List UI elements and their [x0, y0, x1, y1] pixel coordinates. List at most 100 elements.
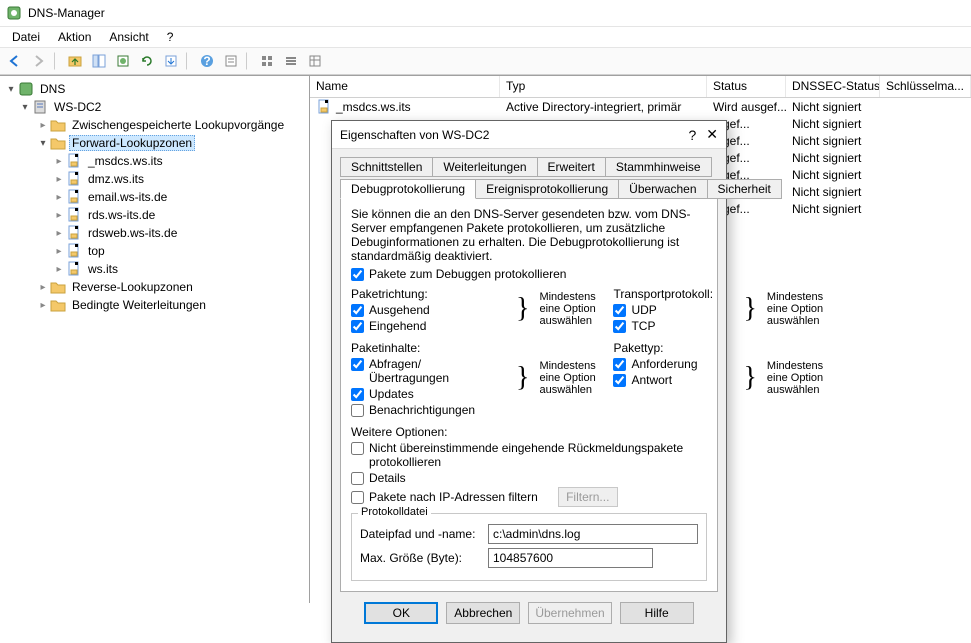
- expand-icon[interactable]: [52, 156, 66, 167]
- size-input[interactable]: [488, 548, 653, 568]
- tree-server[interactable]: WS-DC2: [0, 98, 309, 116]
- direction-header: Paketrichtung:: [351, 287, 506, 301]
- expand-icon[interactable]: [36, 300, 50, 311]
- zone-icon: [66, 243, 82, 259]
- up-button[interactable]: [64, 50, 86, 72]
- back-button[interactable]: [4, 50, 26, 72]
- tab-stammhinweise[interactable]: Stammhinweise: [605, 157, 712, 177]
- col-status[interactable]: Status: [707, 76, 786, 97]
- udp-checkbox[interactable]: UDP: [613, 303, 733, 317]
- expand-icon[interactable]: [36, 120, 50, 131]
- request-checkbox[interactable]: Anforderung: [613, 357, 733, 371]
- details-checkbox[interactable]: Details: [351, 471, 707, 485]
- export-button[interactable]: [160, 50, 182, 72]
- master-debug-checkbox[interactable]: Pakete zum Debuggen protokollieren: [351, 267, 707, 281]
- col-dnssec[interactable]: DNSSEC-Status: [786, 76, 880, 97]
- path-input[interactable]: [488, 524, 698, 544]
- tab-ueberwachen[interactable]: Überwachen: [618, 179, 707, 199]
- expand-icon[interactable]: [18, 102, 32, 113]
- filter-ip-checkbox[interactable]: Pakete nach IP-Adressen filtern: [351, 490, 538, 504]
- notifications-checkbox[interactable]: Benachrichtigungen: [351, 403, 506, 417]
- tree-item[interactable]: Reverse-Lookupzonen: [0, 278, 309, 296]
- tree-label: Reverse-Lookupzonen: [69, 280, 196, 294]
- app-icon: [6, 5, 22, 21]
- tab-schnittstellen[interactable]: Schnittstellen: [340, 157, 433, 177]
- tree-item[interactable]: email.ws-its.de: [0, 188, 309, 206]
- toolbar-separator: [186, 52, 192, 70]
- expand-icon[interactable]: [52, 246, 66, 257]
- expand-icon[interactable]: [52, 228, 66, 239]
- list-row[interactable]: _msdcs.ws.itsActive Directory-integriert…: [310, 98, 971, 115]
- menu-ansicht[interactable]: Ansicht: [101, 28, 156, 46]
- menu-aktion[interactable]: Aktion: [50, 28, 99, 46]
- help-button[interactable]: ?: [196, 50, 218, 72]
- new-button[interactable]: [112, 50, 134, 72]
- checkbox-input[interactable]: [351, 268, 364, 281]
- view-detail-button[interactable]: [304, 50, 326, 72]
- tab-erweitert[interactable]: Erweitert: [537, 157, 606, 177]
- outgoing-checkbox[interactable]: Ausgehend: [351, 303, 506, 317]
- help-button[interactable]: Hilfe: [620, 602, 694, 624]
- tree-item[interactable]: Forward-Lookupzonen: [0, 134, 309, 152]
- tab-debugprotokollierung[interactable]: Debugprotokollierung: [340, 179, 476, 199]
- help-icon[interactable]: ?: [688, 127, 696, 143]
- tree-item[interactable]: ws.its: [0, 260, 309, 278]
- size-label: Max. Größe (Byte):: [360, 551, 480, 565]
- brace-icon: }: [741, 302, 758, 316]
- tab-weiterleitungen[interactable]: Weiterleitungen: [432, 157, 537, 177]
- expand-icon[interactable]: [52, 174, 66, 185]
- forward-button[interactable]: [28, 50, 50, 72]
- cancel-button[interactable]: Abbrechen: [446, 602, 520, 624]
- tcp-checkbox[interactable]: TCP: [613, 319, 733, 333]
- tree-label: Bedingte Weiterleitungen: [69, 298, 209, 312]
- tab-sicherheit[interactable]: Sicherheit: [707, 179, 782, 199]
- tree-label: DNS: [37, 82, 68, 96]
- brace-icon: }: [514, 371, 531, 385]
- menu-help[interactable]: ?: [159, 28, 182, 46]
- tree-item[interactable]: Bedingte Weiterleitungen: [0, 296, 309, 314]
- brace-icon: }: [741, 371, 758, 385]
- tree-item[interactable]: Zwischengespeicherte Lookupvorgänge: [0, 116, 309, 134]
- checkbox-label: Pakete zum Debuggen protokollieren: [369, 267, 566, 281]
- col-keymaster[interactable]: Schlüsselma...: [880, 76, 971, 97]
- expand-icon[interactable]: [52, 264, 66, 275]
- dialog-titlebar[interactable]: Eigenschaften von WS-DC2 ? ✕: [332, 121, 726, 149]
- cell-dnssec: Nicht signiert: [786, 185, 880, 199]
- window-titlebar: DNS-Manager: [0, 0, 971, 27]
- menu-datei[interactable]: Datei: [4, 28, 48, 46]
- expand-icon[interactable]: [52, 192, 66, 203]
- tree-item[interactable]: top: [0, 242, 309, 260]
- col-name[interactable]: Name: [310, 76, 500, 97]
- expand-icon[interactable]: [36, 138, 50, 149]
- more-header: Weitere Optionen:: [351, 425, 707, 439]
- expand-icon[interactable]: [4, 84, 18, 95]
- tree-item[interactable]: dmz.ws.its: [0, 170, 309, 188]
- ok-button[interactable]: OK: [364, 602, 438, 624]
- refresh-button[interactable]: [136, 50, 158, 72]
- tree-item[interactable]: rds.ws-its.de: [0, 206, 309, 224]
- cell-status: Wird ausgef...: [707, 100, 786, 114]
- tree-item[interactable]: _msdcs.ws.its: [0, 152, 309, 170]
- tab-ereignisprotokollierung[interactable]: Ereignisprotokollierung: [475, 179, 619, 199]
- expand-icon[interactable]: [52, 210, 66, 221]
- svg-text:?: ?: [203, 54, 210, 68]
- tree-label: top: [85, 244, 108, 258]
- close-icon[interactable]: ✕: [706, 126, 718, 143]
- view-small-button[interactable]: [256, 50, 278, 72]
- content-header: Paketinhalte:: [351, 341, 506, 355]
- tree-label: ws.its: [85, 262, 121, 276]
- updates-checkbox[interactable]: Updates: [351, 387, 506, 401]
- expand-icon[interactable]: [36, 282, 50, 293]
- queries-checkbox[interactable]: Abfragen/ Übertragungen: [351, 357, 506, 385]
- unmatched-checkbox[interactable]: Nicht übereinstimmende eingehende Rückme…: [351, 441, 707, 469]
- tree-label: WS-DC2: [51, 100, 104, 114]
- response-checkbox[interactable]: Antwort: [613, 373, 733, 387]
- tree-root[interactable]: DNS: [0, 80, 309, 98]
- incoming-checkbox[interactable]: Eingehend: [351, 319, 506, 333]
- tree-item[interactable]: rdsweb.ws-its.de: [0, 224, 309, 242]
- showhide-button[interactable]: [88, 50, 110, 72]
- col-typ[interactable]: Typ: [500, 76, 707, 97]
- navigation-tree[interactable]: DNS WS-DC2 Zwischengespeicherte Lookupvo…: [0, 76, 310, 603]
- view-list-button[interactable]: [280, 50, 302, 72]
- properties-button[interactable]: [220, 50, 242, 72]
